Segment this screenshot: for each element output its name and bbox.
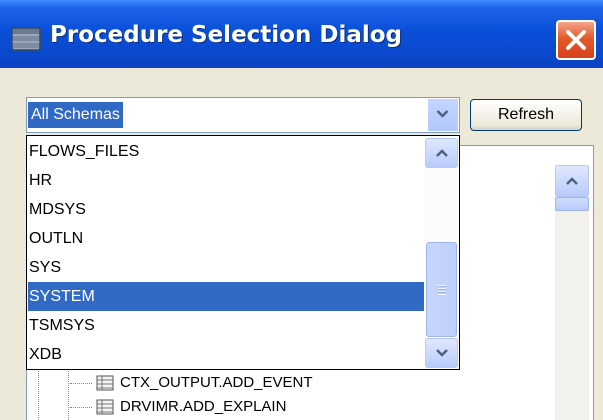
- tree-scroll-up-button[interactable]: [555, 165, 589, 197]
- dropdown-option[interactable]: HR: [28, 166, 424, 195]
- dropdown-scroll-up-button[interactable]: [425, 138, 458, 168]
- tree-item-label: DRVIMR.ADD_EXPLAIN: [120, 398, 287, 415]
- refresh-button[interactable]: Refresh: [470, 99, 582, 131]
- database-icon: [10, 25, 42, 57]
- table-icon: [96, 399, 114, 415]
- dropdown-scroll-thumb[interactable]: [426, 242, 457, 337]
- dropdown-option[interactable]: OUTLN: [28, 224, 424, 253]
- chevron-up-icon: [566, 177, 578, 185]
- schema-select-value: All Schemas: [28, 102, 123, 128]
- dropdown-option[interactable]: SYS: [28, 253, 424, 282]
- window-title: Procedure Selection Dialog: [50, 22, 403, 48]
- close-button[interactable]: [556, 20, 596, 60]
- tree-connector: [70, 383, 92, 384]
- schema-select[interactable]: All Schemas: [26, 97, 460, 133]
- close-icon: [566, 30, 586, 50]
- schema-select-dropdown-button[interactable]: [427, 99, 458, 131]
- grip-icon: [438, 285, 446, 295]
- schema-dropdown-list[interactable]: FLOWS_FILES HR MDSYS OUTLN SYS SYSTEM TS…: [26, 135, 460, 370]
- table-icon: [96, 375, 114, 391]
- chevron-down-icon: [436, 110, 449, 118]
- dropdown-option[interactable]: TSMSYS: [28, 311, 424, 340]
- dropdown-scroll-down-button[interactable]: [425, 338, 458, 368]
- dropdown-option[interactable]: XDB: [28, 340, 424, 369]
- tree-scroll-thumb[interactable]: [555, 197, 589, 211]
- dropdown-option[interactable]: MDSYS: [28, 195, 424, 224]
- chevron-down-icon: [436, 349, 448, 357]
- title-bar[interactable]: Procedure Selection Dialog: [0, 0, 603, 68]
- dropdown-option-selected[interactable]: SYSTEM: [28, 282, 424, 311]
- tree-item-label: CTX_OUTPUT.ADD_EVENT: [120, 374, 313, 391]
- chevron-up-icon: [436, 149, 448, 157]
- tree-connector: [70, 407, 92, 408]
- dropdown-option[interactable]: FLOWS_FILES: [28, 137, 424, 166]
